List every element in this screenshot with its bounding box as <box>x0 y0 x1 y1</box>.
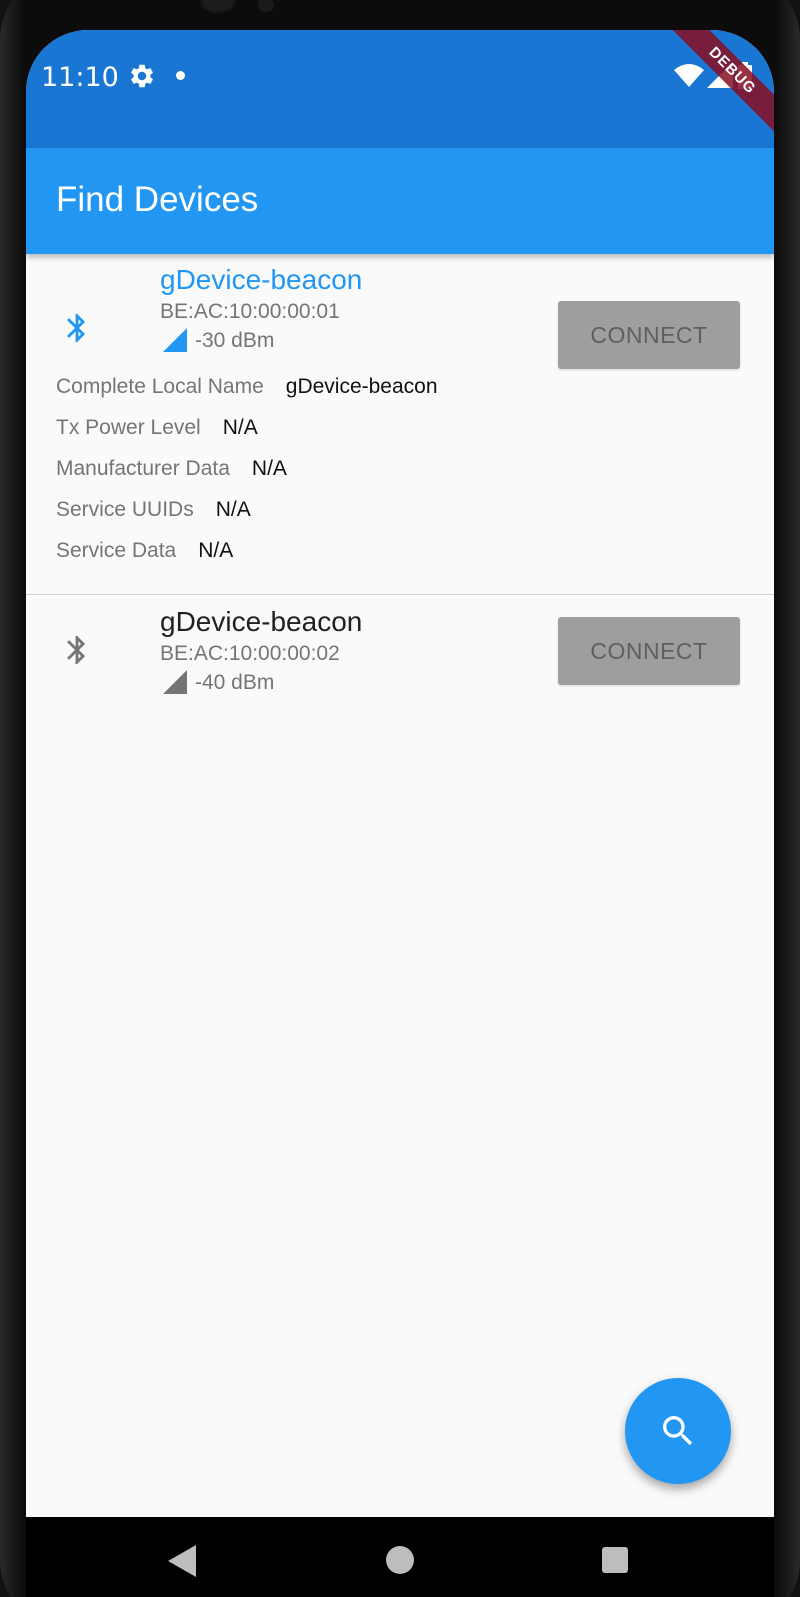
adv-value: N/A <box>251 457 287 480</box>
adv-label: Tx Power Level <box>56 416 201 439</box>
device-mac-address: BE:AC:10:00:00:01 <box>160 300 340 323</box>
device-tile-1[interactable]: gDevice-beacon BE:AC:10:00:00:01 -30 dBm… <box>26 254 774 594</box>
signal-strength-icon <box>163 670 187 694</box>
adv-row-service-data: Service Data N/A <box>56 539 233 563</box>
device-rssi: -30 dBm <box>195 329 275 352</box>
device-mac-address: BE:AC:10:00:00:02 <box>160 642 340 665</box>
app-screen: 11:10 DEBUG Find Devices gDevice-beacon … <box>26 30 774 1517</box>
wifi-icon <box>674 64 704 87</box>
adv-value: N/A <box>198 539 234 562</box>
adv-label: Manufacturer Data <box>56 457 230 480</box>
status-bar: 11:10 DEBUG <box>26 30 774 148</box>
adv-label: Complete Local Name <box>56 375 264 398</box>
status-time: 11:10 <box>41 62 119 93</box>
adv-row-local-name: Complete Local Name gDevice-beacon <box>56 375 438 399</box>
back-icon[interactable] <box>168 1545 198 1577</box>
device-tile-2[interactable]: gDevice-beacon BE:AC:10:00:00:02 -40 dBm… <box>26 595 774 700</box>
device-name: gDevice-beacon <box>160 606 363 637</box>
bluetooth-icon <box>67 313 86 343</box>
phone-frame: 11:10 DEBUG Find Devices gDevice-beacon … <box>0 0 800 1597</box>
recents-icon[interactable] <box>602 1547 628 1573</box>
adv-label: Service UUIDs <box>56 498 194 521</box>
search-icon <box>663 1416 693 1446</box>
adv-row-tx-power: Tx Power Level N/A <box>56 416 258 440</box>
notification-dot-icon <box>176 71 185 80</box>
device-rssi: -40 dBm <box>195 671 275 694</box>
app-bar: Find Devices <box>26 148 774 254</box>
adv-label: Service Data <box>56 539 177 562</box>
signal-strength-icon <box>163 328 187 352</box>
connect-button[interactable]: CONNECT <box>558 617 740 685</box>
page-title: Find Devices <box>56 180 259 219</box>
home-icon[interactable] <box>386 1546 414 1574</box>
connect-button[interactable]: CONNECT <box>558 301 740 369</box>
adv-row-service-uuids: Service UUIDs N/A <box>56 498 251 522</box>
gear-icon <box>131 64 153 88</box>
bluetooth-icon <box>67 635 86 665</box>
adv-row-manufacturer-data: Manufacturer Data N/A <box>56 457 287 481</box>
system-nav-bar <box>26 1517 774 1597</box>
adv-value: gDevice-beacon <box>285 375 438 398</box>
device-name: gDevice-beacon <box>160 264 363 295</box>
scan-fab-button[interactable] <box>625 1378 731 1484</box>
adv-value: N/A <box>215 498 251 521</box>
adv-value: N/A <box>222 416 258 439</box>
